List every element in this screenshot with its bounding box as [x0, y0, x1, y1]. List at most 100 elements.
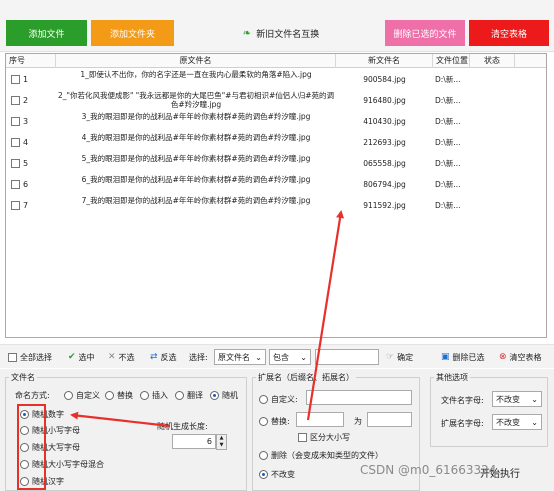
chevron-down-icon: ⌄: [300, 352, 307, 362]
stepper-down-icon: ▼: [219, 442, 224, 448]
radio-dot: [259, 395, 268, 404]
hand-pointer-icon: ☞: [386, 352, 395, 362]
ext-to-label: 为: [354, 417, 362, 426]
watermark: CSDN @m0_61663324: [360, 463, 497, 477]
row-index: 4: [23, 138, 29, 147]
radio-dot: [140, 391, 149, 400]
length-stepper[interactable]: ▲ ▼: [216, 434, 227, 450]
radio-dot: [259, 451, 268, 460]
row-checkbox[interactable]: [11, 117, 20, 126]
unselect-button[interactable]: ✕ 不选: [108, 350, 135, 364]
case-sensitive-checkbox[interactable]: 区分大小写: [298, 432, 350, 443]
row-location: D:\新...: [435, 75, 461, 84]
ext-delete-radio[interactable]: 删除（会变成未知类型的文件）: [259, 450, 383, 461]
table-row[interactable]: 3 3_我的眼泪即是你的战利品#年年岭你素材群#苑的调色#羚汐瞳.jpg 410…: [6, 111, 546, 132]
ext-custom-radio[interactable]: 自定义:: [259, 394, 298, 405]
filename-case-label: 文件名字母:: [441, 396, 484, 405]
chevron-down-icon: ⌄: [531, 394, 538, 404]
ext-case-label: 扩展名字母:: [441, 419, 484, 428]
header-location[interactable]: 文件位置: [433, 54, 470, 68]
select-all-checkbox[interactable]: 全部选择: [8, 350, 52, 364]
highlight-box: [17, 404, 46, 490]
table-row[interactable]: 5 5_我的眼泪即是你的战利品#年年岭你素材群#苑的调色#羚汐瞳.jpg 065…: [6, 153, 546, 174]
row-checkbox[interactable]: [11, 180, 20, 189]
select-button[interactable]: ✔ 选中: [68, 350, 95, 364]
ext-case-dropdown[interactable]: 不改变 ⌄: [492, 414, 542, 430]
ext-replace-radio[interactable]: 替换:: [259, 416, 290, 427]
row-checkbox[interactable]: [11, 96, 20, 105]
ext-custom-label: 自定义:: [271, 395, 298, 404]
swap-leaf-icon: ❧: [242, 27, 252, 39]
table-row[interactable]: 4 4_我的眼泪即是你的战利品#年年岭你素材群#苑的调色#羚汐瞳.jpg 212…: [6, 132, 546, 153]
field-dropdown[interactable]: 原文件名 ⌄: [214, 349, 266, 365]
mode-translate-label: 翻译: [187, 391, 203, 400]
radio-dot: [64, 391, 73, 400]
match-dropdown[interactable]: 包含 ⌄: [269, 349, 311, 365]
row-checkbox[interactable]: [11, 159, 20, 168]
confirm-button[interactable]: ☞ 确定: [386, 350, 413, 364]
row-original-name: 1_即使认不出你，你的名字还是一直在我内心最柔软的角落#陷入.jpg: [80, 70, 312, 79]
remove-selected-button[interactable]: ▣ 删除已选: [441, 350, 485, 364]
mode-random-radio[interactable]: 随机: [210, 390, 238, 401]
row-original-name: 4_我的眼泪即是你的战利品#年年岭你素材群#苑的调色#羚汐瞳.jpg: [81, 133, 311, 142]
ext-custom-input[interactable]: [306, 390, 412, 405]
chevron-down-icon: ⌄: [255, 352, 262, 362]
filename-case-dropdown[interactable]: 不改变 ⌄: [492, 391, 542, 407]
mode-replace-radio[interactable]: 替换: [105, 390, 133, 401]
row-index: 3: [23, 117, 29, 126]
table-row[interactable]: 1 1_即使认不出你，你的名字还是一直在我内心最柔软的角落#陷入.jpg 900…: [6, 69, 546, 90]
remove-selected-files-button[interactable]: 删除已选的文件: [385, 20, 465, 46]
table-row[interactable]: 7 7_我的眼泪即是你的战利品#年年岭你素材群#苑的调色#羚汐瞳.jpg 911…: [6, 195, 546, 216]
mode-insert-radio[interactable]: 插入: [140, 390, 168, 401]
header-new-name[interactable]: 新文件名: [336, 54, 433, 68]
radio-dot: [210, 391, 219, 400]
row-location: D:\新...: [435, 96, 461, 105]
row-new-name: 900584.jpg: [363, 75, 406, 84]
ext-replace-to-input[interactable]: [367, 412, 412, 427]
row-checkbox[interactable]: [11, 138, 20, 147]
ext-replace-from-input[interactable]: [296, 412, 344, 427]
row-original-name: 2_"你若化风我便成影" "我永远都是你的大尾巴鱼"#与君初相识#仙侣人归#苑的…: [57, 91, 335, 109]
row-location: D:\新...: [435, 180, 461, 189]
swap-names-button[interactable]: ❧ 新旧文件名互换: [232, 20, 330, 46]
confirm-label: 确定: [397, 352, 414, 362]
invert-selection-button[interactable]: ⇄ 反选: [150, 350, 177, 364]
table-row[interactable]: 2 2_"你若化风我便成影" "我永远都是你的大尾巴鱼"#与君初相识#仙侣人归#…: [6, 90, 546, 111]
select-all-label: 全部选择: [20, 352, 52, 362]
random-length-label: 随机生成长度:: [157, 422, 208, 431]
clear-table-button[interactable]: 清空表格: [469, 20, 549, 46]
add-folder-button[interactable]: 添加文件夹: [91, 20, 174, 46]
select-all-box: [8, 352, 17, 362]
mode-random-label: 随机: [222, 391, 238, 400]
row-index: 2: [23, 96, 29, 105]
clear-table-small-button[interactable]: ⊗ 清空表格: [499, 350, 542, 364]
close-icon: ✕: [108, 352, 116, 362]
choose-label: 选择:: [189, 352, 208, 362]
mode-translate-radio[interactable]: 翻译: [175, 390, 203, 401]
add-files-button[interactable]: 添加文件: [6, 20, 87, 46]
header-index[interactable]: 序号: [6, 54, 56, 68]
row-index: 1: [23, 75, 29, 84]
row-checkbox[interactable]: [11, 75, 20, 84]
ext-delete-label: 删除（会变成未知类型的文件）: [271, 451, 383, 460]
match-text-input[interactable]: [315, 349, 379, 365]
select-label: 选中: [78, 352, 95, 362]
mode-replace-label: 替换: [117, 391, 133, 400]
case-sensitive-box: [298, 433, 307, 442]
row-checkbox[interactable]: [11, 201, 20, 210]
mode-custom-radio[interactable]: 自定义: [64, 390, 100, 401]
header-original-name[interactable]: 原文件名: [56, 54, 336, 68]
ext-unchanged-radio[interactable]: 不改变: [259, 469, 295, 480]
random-length-input[interactable]: 6: [172, 434, 216, 449]
table-row[interactable]: 6 6_我的眼泪即是你的战利品#年年岭你素材群#苑的调色#羚汐瞳.jpg 806…: [6, 174, 546, 195]
header-status[interactable]: 状态: [470, 54, 515, 68]
radio-dot: [259, 470, 268, 479]
ext-unchanged-label: 不改变: [271, 470, 295, 479]
row-original-name: 5_我的眼泪即是你的战利品#年年岭你素材群#苑的调色#羚汐瞳.jpg: [81, 154, 311, 163]
row-location: D:\新...: [435, 117, 461, 126]
selection-toolbar: 全部选择 ✔ 选中 ✕ 不选 ⇄ 反选 选择: 原文件名 ⌄ 包含 ⌄ ☞ 确定…: [0, 344, 554, 368]
row-original-name: 3_我的眼泪即是你的战利品#年年岭你素材群#苑的调色#羚汐瞳.jpg: [81, 112, 311, 121]
clear-icon: ⊗: [499, 352, 507, 362]
row-index: 7: [23, 201, 29, 210]
clear-table-small-label: 清空表格: [509, 352, 542, 362]
